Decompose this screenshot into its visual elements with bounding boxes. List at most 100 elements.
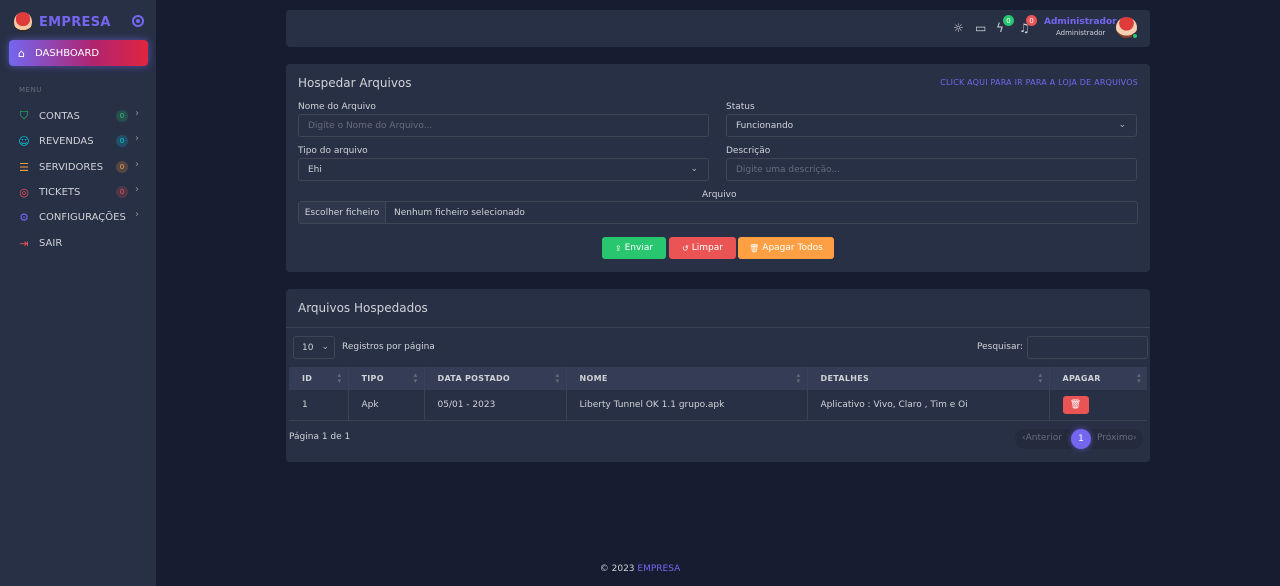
sidebar-item-label: CONFIGURAÇÕES	[39, 211, 126, 223]
chevron-right-icon: ›	[135, 209, 139, 220]
cell-nome: Liberty Tunnel OK 1.1 grupo.apk	[565, 390, 807, 421]
copyright: © 2023	[599, 564, 635, 574]
send-button[interactable]: ⇪ Enviar	[602, 237, 666, 259]
sort-icon: ▴ ▾	[796, 371, 801, 385]
delete-all-button-label: Apagar Todos	[762, 243, 823, 253]
hosted-files-card: Arquivos Hospedados 10 ⌄ Registros por p…	[286, 289, 1150, 462]
logout-icon: ⇥	[19, 236, 29, 250]
type-value: Ehi	[308, 164, 322, 175]
sidebar-item-label: SAIR	[39, 237, 63, 249]
footer: © 2023 EMPRESA	[0, 564, 1280, 574]
status-label: Status	[726, 102, 755, 112]
type-label: Tipo do arquivo	[298, 146, 368, 156]
column-header-detalhes[interactable]: DETALHES ▴ ▾	[806, 367, 1049, 390]
sidebar-toggle-icon[interactable]	[132, 15, 144, 27]
sidebar-item-label: DASHBOARD	[34, 47, 100, 59]
send-button-label: Enviar	[624, 243, 654, 253]
brand[interactable]: EMPRESA	[14, 12, 111, 32]
column-header-label: NOME	[579, 374, 608, 383]
sort-icon: ▴ ▾	[337, 371, 342, 385]
delete-row-button[interactable]: 🗑	[1062, 395, 1089, 414]
column-header-label: ID	[302, 374, 313, 383]
description-input[interactable]	[726, 158, 1137, 181]
footer-brand-link[interactable]: EMPRESA	[637, 564, 680, 574]
name-label: Nome do Arquivo	[298, 102, 376, 112]
choose-file-button[interactable]: Escolher ficheiro	[298, 201, 386, 224]
pagination-prev[interactable]: ‹Anterior	[1022, 433, 1062, 443]
hosted-files-table: ID ▴ ▾ TIPO ▴ ▾ DATA POSTADO ▴ ▾ NOME ▴ ▾ DETALH…	[289, 367, 1147, 421]
file-status-text: Nenhum ficheiro selecionado	[385, 201, 1138, 224]
zap-icon[interactable]: ϟ 0	[996, 15, 1014, 35]
sidebar-item-revendas[interactable]: ☺ REVENDAS 0 ›	[17, 132, 147, 150]
column-header-label: DETALHES	[820, 374, 870, 383]
sidebar-item-servidores[interactable]: ☰ SERVIDORES 0 ›	[17, 158, 147, 176]
per-page-label: Registros por página	[342, 342, 435, 352]
trash-icon: 🗑	[749, 243, 760, 253]
count-badge: 0	[116, 110, 128, 122]
chevron-right-icon: ›	[135, 159, 139, 170]
upload-card: Hospedar Arquivos CLICK AQUI PARA IR PAR…	[286, 64, 1150, 272]
chat-icon[interactable]: ▭	[975, 21, 986, 35]
column-header-label: TIPO	[361, 374, 384, 383]
sidebar-item-label: TICKETS	[39, 186, 81, 198]
shield-icon: ⛉	[19, 109, 29, 122]
status-select[interactable]: Funcionando ⌄	[726, 114, 1137, 137]
delete-all-button[interactable]: 🗑 Apagar Todos	[738, 237, 834, 259]
upload-icon: ⇪	[614, 243, 622, 253]
card-title: Arquivos Hospedados	[298, 301, 428, 315]
pagination-next[interactable]: Próximo›	[1097, 433, 1137, 443]
sidebar-item-tickets[interactable]: ◎ TICKETS 0 ›	[17, 183, 147, 201]
sort-icon: ▴ ▾	[1038, 371, 1043, 385]
gear-icon: ⚙	[19, 210, 29, 224]
pagination-info: Página 1 de 1	[289, 432, 351, 442]
brand-name: EMPRESA	[39, 14, 111, 30]
sidebar-item-sair[interactable]: ⇥ SAIR	[17, 234, 147, 252]
users-icon: ☺	[18, 134, 30, 148]
store-link[interactable]: CLICK AQUI PARA IR PARA A LOJA DE ARQUIV…	[940, 78, 1138, 87]
cell-apagar: 🗑	[1048, 390, 1147, 421]
avatar[interactable]	[1116, 17, 1138, 39]
chevron-right-icon: ›	[135, 108, 139, 119]
trash-icon: 🗑	[1069, 399, 1082, 410]
sidebar-item-configuracoes[interactable]: ⚙ CONFIGURAÇÕES ›	[17, 208, 147, 226]
sun-icon[interactable]: ☼	[953, 21, 964, 35]
description-label: Descrição	[726, 146, 771, 156]
chevron-down-icon: ⌄	[690, 164, 698, 174]
pagination-page-current[interactable]: 1	[1071, 429, 1091, 449]
pagination-prev-label: Anterior	[1025, 433, 1062, 443]
column-header-id[interactable]: ID ▴ ▾	[289, 367, 348, 390]
count-badge: 0	[116, 186, 128, 198]
bell-icon[interactable]: ♫ 0	[1019, 15, 1037, 35]
pagination: ‹Anterior 1 Próximo›	[1015, 429, 1143, 449]
column-header-data[interactable]: DATA POSTADO ▴ ▾	[423, 367, 566, 390]
sort-icon: ▴ ▾	[1137, 371, 1141, 385]
column-header-apagar[interactable]: APAGAR ▴ ▾	[1048, 367, 1147, 390]
column-header-nome[interactable]: NOME ▴ ▾	[565, 367, 807, 390]
sidebar-item-label: CONTAS	[39, 110, 80, 122]
clear-button[interactable]: ↺ Limpar	[669, 237, 736, 259]
file-name-input[interactable]	[298, 114, 709, 137]
notification-badge: 0	[1003, 15, 1014, 26]
page-length-value: 10	[302, 342, 314, 353]
home-icon: ⌂	[18, 46, 25, 60]
cell-tipo: Apk	[347, 390, 424, 421]
type-select[interactable]: Ehi ⌄	[298, 158, 709, 181]
table-row: 1 Apk 05/01 - 2023 Liberty Tunnel OK 1.1…	[289, 390, 1147, 421]
card-title: Hospedar Arquivos	[298, 76, 412, 90]
search-input[interactable]	[1027, 336, 1148, 359]
chevron-down-icon: ⌄	[1118, 120, 1126, 130]
sort-icon: ▴ ▾	[555, 371, 560, 385]
notification-badge: 0	[1026, 15, 1037, 26]
sidebar-item-contas[interactable]: ⛉ CONTAS 0 ›	[17, 107, 147, 125]
cell-detalhes: Aplicativo : Vivo, Claro , Tim e Oi	[806, 390, 1049, 421]
search-label: Pesquisar:	[977, 342, 1024, 352]
chevron-right-icon: ›	[1133, 433, 1137, 443]
column-header-tipo[interactable]: TIPO ▴ ▾	[347, 367, 424, 390]
count-badge: 0	[116, 161, 128, 173]
lifebuoy-icon: ◎	[19, 185, 29, 199]
sidebar-item-dashboard[interactable]: ⌂ DASHBOARD	[9, 40, 148, 66]
cell-id: 1	[289, 390, 348, 421]
user-name[interactable]: Administrador	[1044, 17, 1117, 27]
page-length-select[interactable]: 10 ⌄	[293, 336, 335, 359]
status-value: Funcionando	[736, 120, 794, 131]
